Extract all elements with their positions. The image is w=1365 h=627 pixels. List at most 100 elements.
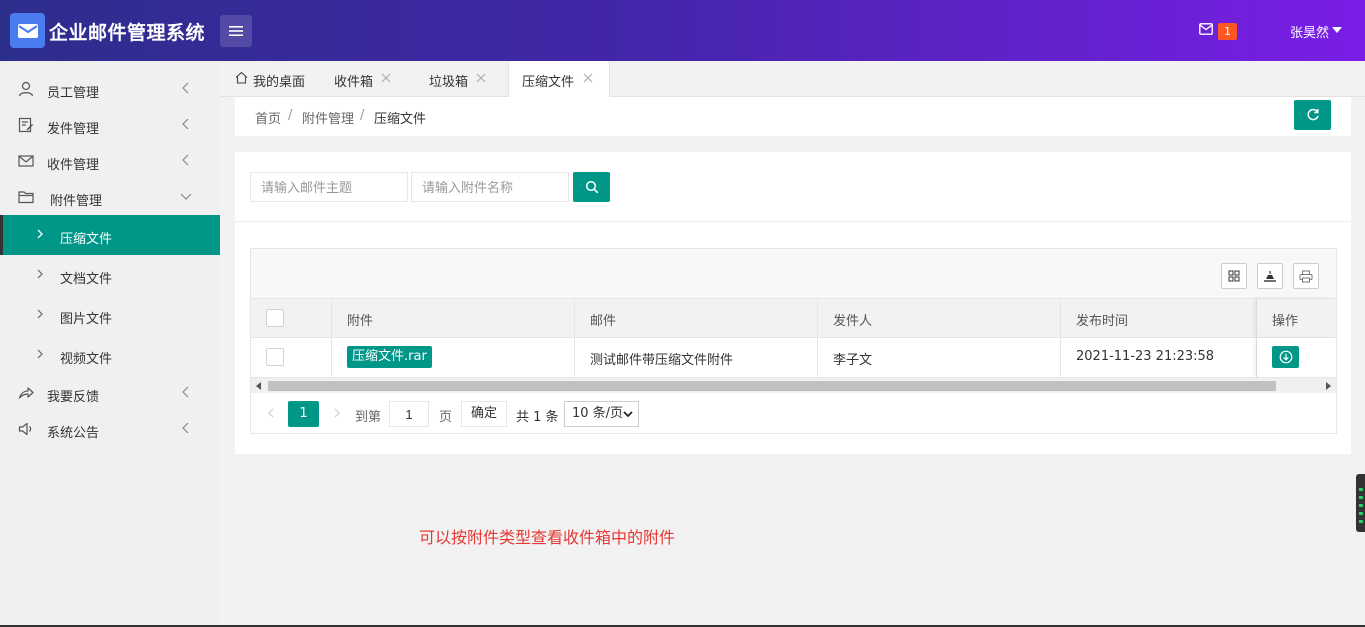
chevron-left-icon	[182, 154, 189, 166]
sidebar-item-receive[interactable]: 收件管理	[0, 143, 220, 179]
export-icon	[1264, 271, 1276, 282]
user-menu[interactable]: 张昊然	[1290, 22, 1329, 41]
tab-zip-files[interactable]: 压缩文件	[508, 61, 610, 98]
tab-label: 收件箱	[334, 75, 374, 90]
chevron-left-icon	[182, 118, 189, 130]
attachments-table: 附件 邮件 发件人 发布时间 操作 压缩文件.rar 测试邮件带压缩文件附件 李…	[250, 248, 1337, 434]
scrollbar-thumb[interactable]	[268, 381, 1276, 391]
refresh-icon	[1306, 108, 1319, 121]
mail-subject-input[interactable]	[250, 172, 408, 202]
annotation-note: 可以按附件类型查看收件箱中的附件	[419, 528, 676, 547]
refresh-button[interactable]	[1294, 100, 1331, 130]
sidebar-item-feedback[interactable]: 我要反馈	[0, 375, 220, 411]
close-icon[interactable]	[583, 73, 593, 83]
sidebar-item-label: 发件管理	[47, 122, 100, 137]
tab-label: 我的桌面	[253, 75, 306, 90]
sidebar-item-attachments[interactable]: 附件管理	[0, 179, 220, 215]
breadcrumb-home[interactable]: 首页	[255, 108, 281, 127]
row-checkbox[interactable]	[266, 348, 284, 366]
mail-count-badge: 1	[1218, 23, 1237, 40]
side-widget[interactable]	[1356, 474, 1365, 532]
edit-icon	[18, 117, 34, 133]
sender-name: 李子文	[833, 353, 873, 368]
sender-cell: 李子文	[818, 338, 1061, 377]
close-icon[interactable]	[476, 73, 486, 83]
chevron-right-icon	[37, 229, 43, 239]
goto-label: 到第	[355, 410, 382, 425]
sidebar-item-staff[interactable]: 员工管理	[0, 71, 220, 107]
next-page-icon[interactable]	[332, 407, 342, 419]
speaker-icon	[18, 422, 32, 436]
app-title: 企业邮件管理系统	[49, 22, 206, 44]
scroll-right-arrow-icon[interactable]	[1326, 382, 1331, 390]
sidebar: 员工管理 发件管理 收件管理 附件管理 压缩文件 文档文件 图片文件 视频文件 …	[0, 61, 220, 627]
chevron-left-icon	[182, 386, 189, 398]
mail-subject: 测试邮件带压缩文件附件	[590, 353, 734, 368]
publish-time: 2021-11-23 21:23:58	[1076, 349, 1215, 364]
breadcrumb-current: 压缩文件	[374, 112, 427, 127]
sidebar-subitem-zip[interactable]: 压缩文件	[0, 215, 220, 255]
sidebar-subitem-images[interactable]: 图片文件	[0, 295, 220, 335]
close-icon[interactable]	[381, 73, 391, 83]
export-button[interactable]	[1257, 263, 1283, 289]
goto-confirm-button[interactable]: 确定	[461, 401, 507, 427]
tab-inbox[interactable]: 收件箱	[317, 61, 412, 97]
column-header-attachment: 附件	[347, 314, 374, 329]
chevron-left-icon	[182, 82, 189, 94]
menu-toggle-button[interactable]	[220, 15, 252, 47]
header-cell: 操作	[1257, 299, 1336, 338]
sidebar-subitem-label: 压缩文件	[60, 232, 113, 247]
tab-desktop[interactable]: 我的桌面	[220, 61, 316, 97]
home-icon	[235, 71, 248, 84]
sidebar-subitem-docs[interactable]: 文档文件	[0, 255, 220, 295]
download-button[interactable]	[1272, 346, 1299, 368]
share-icon	[18, 387, 34, 399]
breadcrumb-separator: /	[360, 108, 365, 123]
chevron-down-icon	[180, 193, 192, 200]
sidebar-item-label: 系统公告	[47, 426, 100, 441]
chevron-left-icon	[182, 422, 189, 434]
tab-trash[interactable]: 垃圾箱	[413, 61, 507, 97]
chevron-right-icon	[37, 269, 43, 279]
notification-mail-icon[interactable]	[1199, 23, 1213, 35]
attachment-cell: 压缩文件.rar	[332, 338, 575, 377]
horizontal-scrollbar[interactable]	[251, 377, 1336, 393]
attachment-name-input[interactable]	[411, 172, 569, 202]
scroll-left-arrow-icon[interactable]	[256, 382, 261, 390]
tab-label: 垃圾箱	[429, 75, 469, 90]
breadcrumb-attachments[interactable]: 附件管理	[302, 108, 354, 127]
page-size-select[interactable]: 10 条/页	[564, 401, 639, 427]
sidebar-item-announcement[interactable]: 系统公告	[0, 411, 220, 447]
mail-logo-icon	[10, 13, 45, 48]
column-header-sender: 发件人	[833, 314, 873, 329]
attachment-file-link[interactable]: 压缩文件.rar	[347, 346, 432, 368]
search-form	[235, 152, 1351, 222]
print-button[interactable]	[1293, 263, 1319, 289]
sidebar-item-label: 我要反馈	[47, 390, 100, 405]
page-current[interactable]: 1	[288, 401, 319, 427]
select-all-checkbox[interactable]	[266, 309, 284, 327]
tab-bar: 我的桌面 收件箱 垃圾箱 压缩文件	[220, 61, 1365, 98]
caret-down-icon[interactable]	[1332, 27, 1342, 33]
search-button[interactable]	[573, 172, 610, 202]
tab-label: 压缩文件	[522, 75, 575, 90]
header-cell: 附件	[332, 299, 575, 338]
goto-page-input[interactable]	[389, 401, 429, 427]
breadcrumb: 首页 / 附件管理 / 压缩文件	[235, 97, 1351, 136]
breadcrumb-separator: /	[288, 108, 293, 123]
hamburger-icon	[229, 26, 243, 36]
sidebar-subitem-label: 文档文件	[60, 272, 113, 287]
chevron-right-icon	[37, 349, 43, 359]
column-header-action: 操作	[1272, 314, 1299, 329]
sidebar-item-label: 收件管理	[47, 158, 100, 173]
columns-icon	[1228, 270, 1240, 282]
table-row: 压缩文件.rar 测试邮件带压缩文件附件 李子文 2021-11-23 21:2…	[251, 338, 1336, 377]
chevron-right-icon	[37, 309, 43, 319]
prev-page-icon[interactable]	[266, 407, 276, 419]
sidebar-subitem-label: 视频文件	[60, 352, 113, 367]
sidebar-item-send[interactable]: 发件管理	[0, 107, 220, 143]
columns-button[interactable]	[1221, 263, 1247, 289]
folder-icon	[18, 191, 34, 204]
header-cell: 发件人	[818, 299, 1061, 338]
sidebar-subitem-videos[interactable]: 视频文件	[0, 335, 220, 375]
